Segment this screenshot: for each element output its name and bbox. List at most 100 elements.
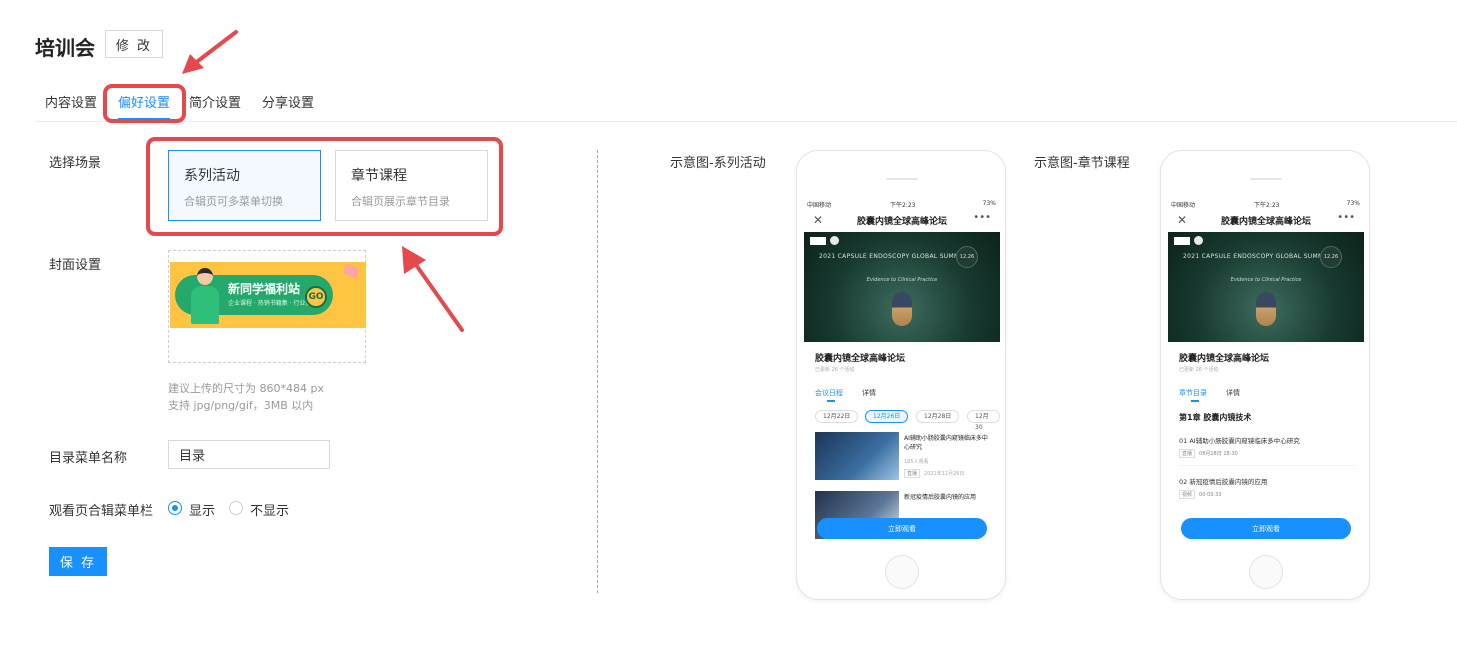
item-views: 165人观看: [904, 459, 929, 465]
lesson-title: 01 AI辅助小肠胶囊内窥镜临床多中心研究: [1179, 437, 1300, 445]
live-badge: 直播: [904, 469, 921, 478]
watch-now-button: 立即观看: [1181, 518, 1351, 539]
lesson-meta: 视频 00:09:33: [1179, 490, 1221, 499]
settings-tabs: 内容设置 偏好设置 简介设置 分享设置: [35, 86, 1457, 122]
battery-text: 73%: [1346, 200, 1360, 207]
date-chip: 12月26日: [865, 410, 909, 423]
lesson-title: 02 新冠疫情后胶囊内镜的应用: [1179, 478, 1268, 486]
scene-desc: 合辑页可多菜单切换: [184, 195, 283, 208]
save-button[interactable]: 保 存: [49, 547, 107, 576]
tab-chapters: 章节目录: [1179, 389, 1207, 397]
tab-detail: 详情: [1226, 389, 1240, 397]
cover-image: 新同学福利站 企业课程 · 热销书籍集 · 行业资料 GO: [170, 262, 366, 328]
more-icon: •••: [1337, 212, 1355, 223]
tab-highlight-box: [103, 84, 186, 123]
tab-content-settings[interactable]: 内容设置: [45, 92, 97, 111]
banner-tagline: Evidence to Clinical Practice: [866, 277, 938, 283]
lesson-meta: 直播 08月18日 18:30: [1179, 449, 1238, 458]
phone-speaker: [1250, 178, 1282, 180]
status-bar: 中国移动 下午2:23 73%: [804, 198, 1000, 210]
nav-title: 胶囊内镜全球高峰论坛: [856, 217, 947, 227]
preview-chapter-label: 示意图-章节课程: [1034, 156, 1130, 171]
item-meta: 直播 2021年12月26日: [904, 469, 964, 478]
section-divider: [597, 150, 598, 593]
lesson-time: 00:09:33: [1199, 492, 1222, 498]
banner-date: 12.26: [956, 246, 978, 268]
date-chip: 12月28日: [916, 410, 960, 423]
phone-screen: 中国移动 下午2:23 73% ✕ 胶囊内镜全球高峰论坛 ••• 2021 CA…: [804, 198, 1000, 548]
radio-show[interactable]: [168, 501, 182, 515]
scene-title: 系列活动: [184, 168, 240, 184]
scene-title: 章节课程: [351, 168, 407, 184]
watch-now-button: 立即观看: [817, 518, 987, 539]
edit-button[interactable]: 修 改: [105, 30, 163, 58]
radio-hide[interactable]: [229, 501, 243, 515]
scene-option-chapter[interactable]: 章节课程 合辑页展示章节目录: [335, 150, 488, 221]
page-title: 培训会: [35, 36, 95, 60]
tab-detail: 详情: [862, 389, 876, 397]
item-thumbnail: [815, 432, 899, 480]
event-title: 胶囊内镜全球高峰论坛: [815, 354, 906, 364]
phone-navbar: ✕ 胶囊内镜全球高峰论坛 •••: [1168, 211, 1364, 231]
radio-show-label[interactable]: 显示: [189, 500, 215, 519]
date-chip: 12月22日: [815, 410, 859, 423]
banner-headline: 2021 CAPSULE ENDOSCOPY GLOBAL SUMMIT: [1183, 253, 1330, 260]
event-subtitle: 已更新 26 个活动: [815, 367, 855, 373]
live-badge: 直播: [1179, 449, 1196, 458]
status-time: 下午2:23: [1254, 202, 1280, 209]
logo-icon: [810, 237, 826, 245]
badge-icon: [1194, 236, 1203, 245]
chapter-title: 第1章 胶囊内镜技术: [1179, 413, 1252, 422]
capsule-icon: [892, 292, 912, 326]
event-subtitle: 已更新 26 个活动: [1179, 367, 1219, 373]
video-badge: 视频: [1179, 490, 1196, 499]
battery-text: 73%: [982, 200, 996, 207]
tab-agenda: 会议日程: [815, 389, 843, 397]
banner-date: 12.26: [1320, 246, 1342, 268]
tab-share-settings[interactable]: 分享设置: [262, 92, 314, 111]
cover-size-hint: 建议上传的尺寸为 860*484 px: [168, 382, 324, 395]
scene-option-series[interactable]: 系列活动 合辑页可多菜单切换: [168, 150, 321, 221]
phone-screen: 中国移动 下午2:23 73% ✕ 胶囊内镜全球高峰论坛 ••• 2021 CA…: [1168, 198, 1364, 548]
item-title: AI辅助小肠胶囊内窥镜临床多中心研究: [904, 435, 988, 451]
phone-preview-chapter: 中国移动 下午2:23 73% ✕ 胶囊内镜全球高峰论坛 ••• 2021 CA…: [1160, 150, 1370, 600]
carrier-text: 中国移动: [1171, 202, 1196, 209]
scene-label: 选择场景: [49, 156, 102, 171]
scene-desc: 合辑页展示章节目录: [351, 195, 450, 208]
menu-name-input[interactable]: [168, 440, 330, 469]
phone-speaker: [886, 178, 918, 180]
item-title: 新冠疫情后胶囊内镜的应用: [904, 494, 977, 501]
person-illustration-icon: [188, 264, 222, 326]
banner-headline: 2021 CAPSULE ENDOSCOPY GLOBAL SUMMIT: [819, 253, 966, 260]
tab-intro-settings[interactable]: 简介设置: [189, 92, 241, 111]
cover-subtext: 企业课程 · 热销书籍集 · 行业资料: [228, 300, 318, 307]
phone-navbar: ✕ 胶囊内镜全球高峰论坛 •••: [804, 211, 1000, 231]
banner-tagline: Evidence to Clinical Practice: [1230, 277, 1302, 283]
logo-icon: [1174, 237, 1190, 245]
cover-upload[interactable]: 新同学福利站 企业课程 · 热销书籍集 · 行业资料 GO: [168, 250, 366, 363]
lesson-time: 08月18日 18:30: [1199, 451, 1238, 457]
cover-format-hint: 支持 jpg/png/gif，3MB 以内: [168, 399, 314, 412]
menu-name-label: 目录菜单名称: [49, 451, 128, 466]
radio-hide-label[interactable]: 不显示: [250, 500, 289, 519]
nav-title: 胶囊内镜全球高峰论坛: [1220, 217, 1311, 227]
home-button-icon: [885, 555, 919, 589]
event-banner: 2021 CAPSULE ENDOSCOPY GLOBAL SUMMIT 12.…: [1168, 232, 1364, 342]
phone-preview-series: 中国移动 下午2:23 73% ✕ 胶囊内镜全球高峰论坛 ••• 2021 CA…: [796, 150, 1006, 600]
badge-icon: [830, 236, 839, 245]
home-button-icon: [1249, 555, 1283, 589]
lesson-divider: [1179, 465, 1355, 466]
menubar-label: 观看页合辑菜单栏: [49, 504, 154, 519]
date-chip: 12月30: [967, 410, 1000, 431]
cover-label: 封面设置: [49, 258, 102, 273]
status-bar: 中国移动 下午2:23 73%: [1168, 198, 1364, 210]
active-tab-indicator: [827, 400, 835, 402]
item-date: 2021年12月26日: [924, 471, 965, 477]
status-time: 下午2:23: [890, 202, 916, 209]
arrow-annotation-icon: [402, 246, 464, 332]
event-title: 胶囊内镜全球高峰论坛: [1179, 354, 1270, 364]
event-banner: 2021 CAPSULE ENDOSCOPY GLOBAL SUMMIT 12.…: [804, 232, 1000, 342]
active-tab-indicator: [1191, 400, 1199, 402]
capsule-icon: [1256, 292, 1276, 326]
preview-series-label: 示意图-系列活动: [670, 156, 766, 171]
